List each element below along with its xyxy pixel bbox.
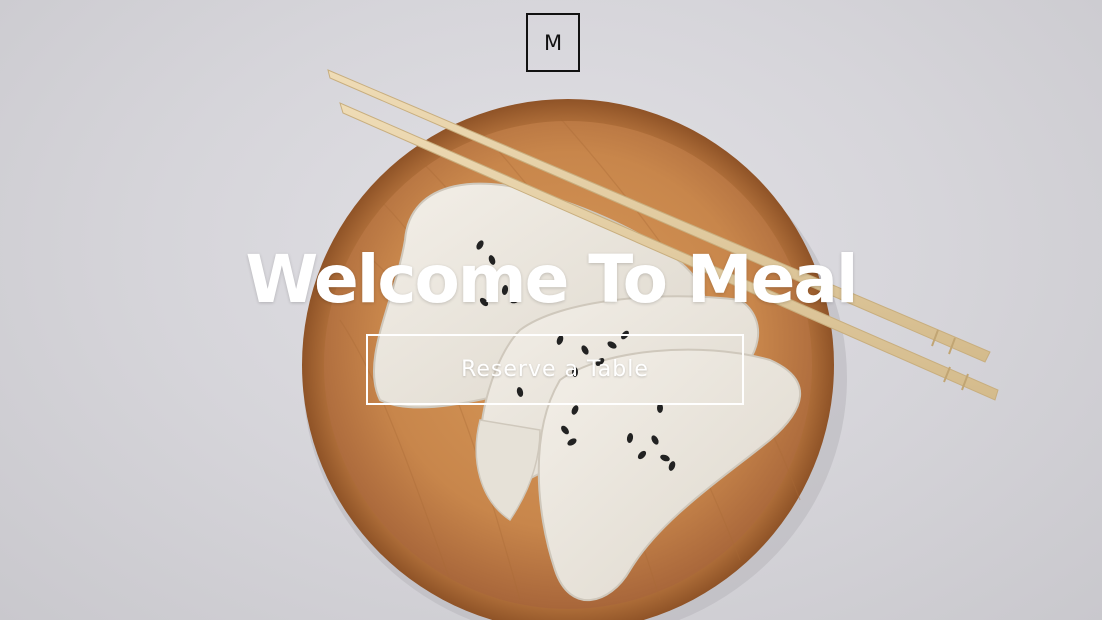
hero-section: M Welcome To Meal Reserve a Table — [0, 0, 1102, 620]
hero-headline: Welcome To Meal — [245, 241, 859, 318]
logo[interactable]: M — [526, 13, 580, 72]
reserve-table-button[interactable]: Reserve a Table — [366, 334, 744, 405]
logo-letter: M — [543, 30, 563, 55]
